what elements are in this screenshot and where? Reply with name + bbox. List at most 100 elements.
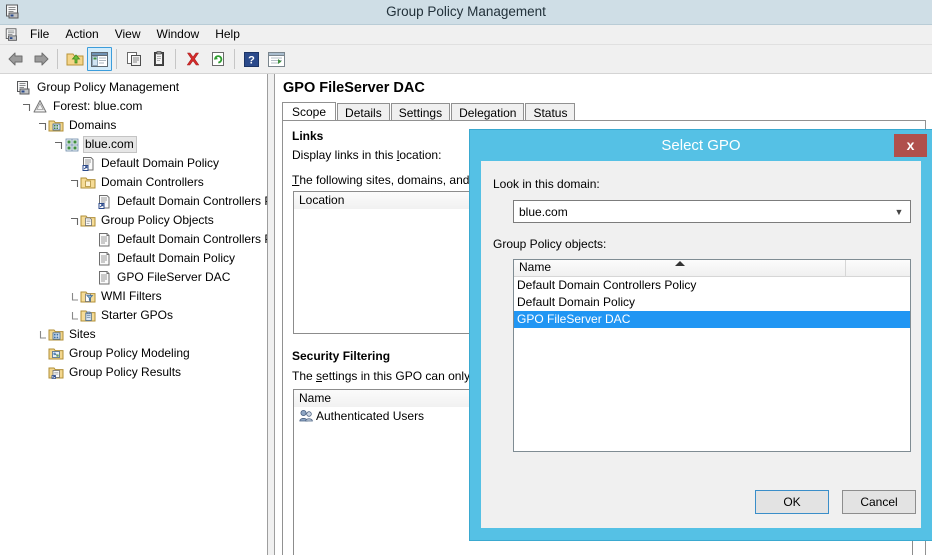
tree-item-label: GPO FileServer DAC (117, 270, 231, 284)
menu-action[interactable]: Action (57, 25, 106, 44)
toolbar: ? (0, 45, 932, 74)
tree-item-label: Default Domain Policy (117, 251, 236, 265)
menu-file[interactable]: File (22, 25, 57, 44)
chevron-right-icon[interactable] (68, 306, 80, 325)
refresh-icon (211, 52, 224, 66)
tree-item-label: WMI Filters (101, 289, 162, 303)
toolbar-separator (57, 49, 58, 69)
close-icon[interactable]: x (894, 134, 927, 157)
tree-item-group-policy-modeling[interactable]: Group Policy Modeling (0, 344, 267, 363)
tree-item-gpo-fileserver-dac[interactable]: GPO FileServer DAC (0, 268, 267, 287)
back-button[interactable] (3, 47, 28, 71)
tab-scope[interactable]: Scope (282, 102, 337, 122)
tree-item-group-policy-results[interactable]: Group Policy Results (0, 363, 267, 382)
domain-label: Look in this domain: (493, 177, 600, 191)
menu-window[interactable]: Window (149, 25, 208, 44)
tree-item-label: Group Policy Objects (101, 213, 214, 227)
chevron-down-icon[interactable]: ▼ (888, 207, 910, 217)
gpo-icon (96, 232, 112, 248)
tree-item-blue-com[interactable]: blue.com (0, 135, 267, 154)
console-tree-pane: Group Policy Management Forest: blue.com D… (0, 74, 268, 555)
sites-icon (48, 327, 64, 343)
page-title: GPO FileServer DAC (283, 80, 425, 96)
chevron-down-icon[interactable] (52, 135, 64, 154)
domain-icon (64, 137, 80, 153)
domain-combobox[interactable]: blue.com ▼ (513, 200, 911, 223)
window-titlebar: Group Policy Management (0, 0, 932, 25)
gpo-column-extra[interactable] (846, 260, 910, 276)
tree-item-label: Sites (69, 327, 96, 341)
sort-ascending-icon (674, 261, 685, 266)
tab-details[interactable]: Details (337, 103, 390, 121)
gpmc-console-icon (4, 27, 20, 43)
show-contents-button[interactable] (264, 47, 289, 71)
tree-item-default-domain-controllers-policy[interactable]: Default Domain Controllers Policy (0, 192, 267, 211)
menu-view[interactable]: View (107, 25, 149, 44)
refresh-button[interactable] (205, 47, 230, 71)
tree-item-label: Group Policy Modeling (69, 346, 190, 360)
domain-combobox-value: blue.com (519, 204, 568, 219)
svg-text:?: ? (248, 54, 255, 66)
tree-item-domains[interactable]: Domains (0, 116, 267, 135)
tab-settings[interactable]: Settings (390, 103, 451, 121)
gpo-link-icon (96, 194, 112, 210)
show-hide-tree-button[interactable] (87, 47, 112, 71)
paste-button[interactable] (146, 47, 171, 71)
copy-button[interactable] (121, 47, 146, 71)
tree-item-default-domain-policy[interactable]: Default Domain Policy (0, 154, 267, 173)
tree-item-label: Domains (69, 118, 117, 132)
up-folder-button[interactable] (62, 47, 87, 71)
help-button[interactable]: ? (239, 47, 264, 71)
list-item[interactable]: Default Domain Controllers Policy (514, 277, 910, 294)
tree-item-domain-controllers[interactable]: Domain Controllers (0, 173, 267, 192)
tree-item-label: Forest: blue.com (53, 99, 143, 113)
menu-help[interactable]: Help (207, 25, 248, 44)
tab-status[interactable]: Status (525, 103, 576, 121)
forward-button[interactable] (28, 47, 53, 71)
gpo-container-icon (80, 213, 96, 229)
window-title: Group Policy Management (386, 4, 546, 19)
chevron-down-icon[interactable] (20, 97, 32, 116)
ou-folder-icon (80, 175, 96, 191)
chevron-down-icon[interactable] (68, 211, 80, 230)
list-item[interactable]: Default Domain Policy (514, 294, 910, 311)
tab-delegation[interactable]: Delegation (451, 103, 525, 121)
arrow-right-icon (34, 52, 48, 66)
menu-bar: File Action View Window Help (0, 25, 932, 45)
chevron-right-icon[interactable] (68, 287, 80, 306)
console-tree-icon (91, 51, 108, 67)
tree-item-label: Starter GPOs (101, 308, 174, 322)
dialog-body: Look in this domain: blue.com ▼ Group Po… (481, 161, 921, 528)
show-contents-icon (268, 51, 285, 67)
list-item-label: Authenticated Users (316, 409, 425, 423)
gpo-list-label: Group Policy objects: (493, 237, 607, 251)
chevron-right-icon[interactable] (36, 325, 48, 344)
tree-item-starter-gpos[interactable]: Starter GPOs (0, 306, 267, 325)
gpo-list-header: Name (514, 260, 910, 277)
chevron-down-icon[interactable] (68, 173, 80, 192)
list-item[interactable]: GPO FileServer DAC (514, 311, 910, 328)
gpo-column-name[interactable]: Name (514, 260, 847, 276)
tree-item-forest-blue-com[interactable]: Forest: blue.com (0, 97, 267, 116)
tree-item-default-domain-controllers-policy[interactable]: Default Domain Controllers Policy (0, 230, 267, 249)
console-tree: Group Policy Management Forest: blue.com D… (0, 78, 267, 382)
detail-tabstrip: Scope Details Settings Delegation Status (282, 102, 926, 122)
tree-item-label: Default Domain Policy (101, 156, 220, 170)
chevron-down-icon[interactable] (36, 116, 48, 135)
gpo-listbox[interactable]: Name Default Domain Controllers Policy De… (513, 259, 911, 452)
forest-icon (32, 99, 48, 115)
tree-item-sites[interactable]: Sites (0, 325, 267, 344)
help-question-icon: ? (244, 51, 259, 67)
delete-button[interactable] (180, 47, 205, 71)
tree-item-label: Default Domain Controllers Policy (117, 232, 267, 246)
gpmc-window: Group Policy Management File Action View… (0, 0, 932, 555)
tree-item-wmi-filters[interactable]: WMI Filters (0, 287, 267, 306)
tree-item-group-policy-objects[interactable]: Group Policy Objects (0, 211, 267, 230)
cancel-button[interactable]: Cancel (842, 490, 916, 514)
tree-item-default-domain-policy[interactable]: Default Domain Policy (0, 249, 267, 268)
tree-item-group-policy-management[interactable]: Group Policy Management (0, 78, 267, 97)
ok-button[interactable]: OK (755, 490, 829, 514)
